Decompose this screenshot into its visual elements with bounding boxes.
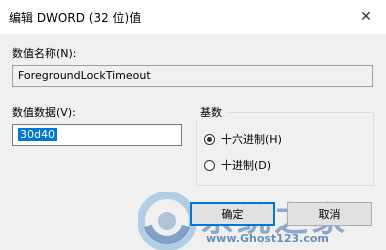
cancel-button-label: 取消 [318, 208, 341, 221]
radio-checked-icon [204, 133, 215, 145]
close-button[interactable]: ✕ [346, 0, 386, 34]
cancel-button[interactable]: 取消 [287, 202, 372, 226]
radio-unchecked-icon [204, 159, 215, 171]
base-group-title: 基数 [196, 104, 226, 120]
dword-edit-dialog: 编辑 DWORD (32 位)值 ✕ 数值名称(N): ForegroundLo… [0, 0, 386, 250]
radio-decimal[interactable]: 十进制(D) [204, 157, 271, 173]
watermark-url: www.Ghost123.com [206, 232, 329, 245]
ok-button-label: 确定 [221, 208, 244, 221]
value-data-text: 30d40 [18, 128, 57, 141]
radio-hexadecimal-label: 十六进制(H) [221, 133, 282, 146]
value-name-text: ForegroundLockTimeout [18, 69, 151, 82]
radio-decimal-label: 十进制(D) [221, 159, 272, 172]
value-data-field[interactable]: 30d40 [12, 124, 182, 146]
radio-hexadecimal[interactable]: 十六进制(H) [204, 131, 282, 147]
ok-button[interactable]: 确定 [190, 202, 275, 226]
title-bar: 编辑 DWORD (32 位)值 ✕ [0, 0, 386, 34]
watermark-logo [138, 192, 196, 250]
base-groupbox [196, 112, 374, 186]
window-title: 编辑 DWORD (32 位)值 [9, 11, 142, 25]
value-name-label: 数值名称(N): [12, 47, 77, 60]
value-data-label: 数值数据(V): [12, 106, 76, 119]
value-name-field[interactable]: ForegroundLockTimeout [12, 65, 373, 87]
close-icon: ✕ [360, 9, 372, 25]
